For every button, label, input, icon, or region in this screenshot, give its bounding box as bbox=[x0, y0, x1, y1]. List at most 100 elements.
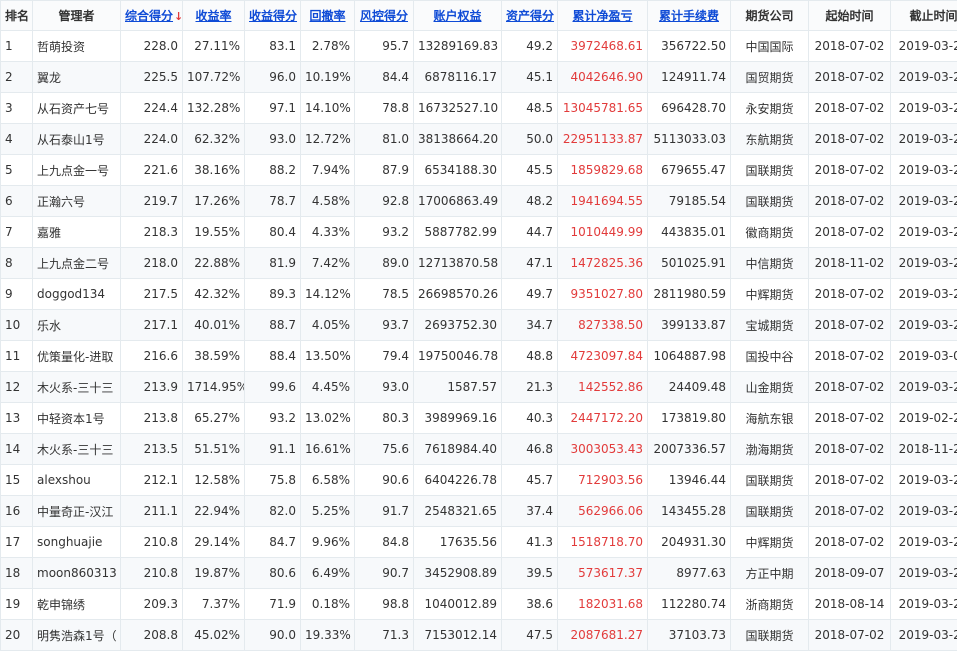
table-row[interactable]: 19乾申锦绣209.37.37%71.90.18%98.81040012.893… bbox=[1, 589, 957, 620]
header-asset-score[interactable]: 资产得分 bbox=[502, 1, 558, 31]
table-row[interactable]: 12木火系-三十三213.91714.95%99.64.45%93.01587.… bbox=[1, 372, 957, 403]
cell-net-pnl: 4723097.84 bbox=[558, 341, 648, 372]
cell-equity: 3452908.89 bbox=[414, 558, 502, 589]
cell-total-score: 225.5 bbox=[121, 62, 183, 93]
cell-return-score: 78.7 bbox=[245, 186, 301, 217]
table-row[interactable]: 4从石泰山1号224.062.32%93.012.72%81.038138664… bbox=[1, 124, 957, 155]
cell-total-score: 221.6 bbox=[121, 155, 183, 186]
table-row[interactable]: 14木火系-三十三213.551.51%91.116.61%75.6761898… bbox=[1, 434, 957, 465]
cell-drawdown: 9.96% bbox=[301, 527, 355, 558]
cell-broker: 永安期货 bbox=[731, 93, 809, 124]
cell-fees: 2007336.57 bbox=[648, 434, 731, 465]
cell-drawdown: 7.42% bbox=[301, 248, 355, 279]
cell-return-score: 89.3 bbox=[245, 279, 301, 310]
cell-manager: 上九点金二号 bbox=[33, 248, 121, 279]
cell-start-date: 2018-07-02 bbox=[809, 31, 891, 62]
cell-risk-score: 90.7 bbox=[355, 558, 414, 589]
cell-drawdown: 13.50% bbox=[301, 341, 355, 372]
cell-risk-score: 81.0 bbox=[355, 124, 414, 155]
header-equity[interactable]: 账户权益 bbox=[414, 1, 502, 31]
cell-fees: 79185.54 bbox=[648, 186, 731, 217]
table-row[interactable]: 5上九点金一号221.638.16%88.27.94%87.96534188.3… bbox=[1, 155, 957, 186]
cell-drawdown: 19.33% bbox=[301, 620, 355, 651]
cell-start-date: 2018-07-02 bbox=[809, 341, 891, 372]
cell-manager: 明隽浩森1号（ bbox=[33, 620, 121, 651]
header-net-pnl[interactable]: 累计净盈亏 bbox=[558, 1, 648, 31]
table-row[interactable]: 6正瀚六号219.717.26%78.74.58%92.817006863.49… bbox=[1, 186, 957, 217]
cell-manager: 从石泰山1号 bbox=[33, 124, 121, 155]
cell-return-rate: 65.27% bbox=[183, 403, 245, 434]
cell-fees: 356722.50 bbox=[648, 31, 731, 62]
header-row: 排名管理者综合得分↓收益率收益得分回撤率风控得分 账户权益 资产得分累计净盈亏 累计手… bbox=[1, 1, 957, 31]
cell-risk-score: 84.4 bbox=[355, 62, 414, 93]
cell-total-score: 213.9 bbox=[121, 372, 183, 403]
header-return-score[interactable]: 收益得分 bbox=[245, 1, 301, 31]
header-start-date: 起始时间 bbox=[809, 1, 891, 31]
cell-fees: 112280.74 bbox=[648, 589, 731, 620]
header-rank: 排名 bbox=[1, 1, 33, 31]
cell-asset-score: 46.8 bbox=[502, 434, 558, 465]
header-manager: 管理者 bbox=[33, 1, 121, 31]
cell-equity: 19750046.78 bbox=[414, 341, 502, 372]
cell-risk-score: 78.5 bbox=[355, 279, 414, 310]
cell-equity: 1040012.89 bbox=[414, 589, 502, 620]
cell-drawdown: 13.02% bbox=[301, 403, 355, 434]
table-row[interactable]: 2翼龙225.5107.72%96.010.19%84.46878116.174… bbox=[1, 62, 957, 93]
table-row[interactable]: 7嘉雅218.319.55%80.44.33%93.25887782.9944.… bbox=[1, 217, 957, 248]
cell-risk-score: 75.6 bbox=[355, 434, 414, 465]
cell-start-date: 2018-07-02 bbox=[809, 62, 891, 93]
cell-drawdown: 5.25% bbox=[301, 496, 355, 527]
table-row[interactable]: 8上九点金二号218.022.88%81.97.42%89.012713870.… bbox=[1, 248, 957, 279]
table-row[interactable]: 13中轻资本1号213.865.27%93.213.02%80.33989969… bbox=[1, 403, 957, 434]
table-row[interactable]: 20明隽浩森1号（208.845.02%90.019.33%71.3715301… bbox=[1, 620, 957, 651]
cell-equity: 5887782.99 bbox=[414, 217, 502, 248]
cell-drawdown: 7.94% bbox=[301, 155, 355, 186]
header-label: 累计净盈亏 bbox=[572, 9, 632, 23]
table-row[interactable]: 17songhuajie210.829.14%84.79.96%84.81763… bbox=[1, 527, 957, 558]
header-label: 账户权益 bbox=[433, 9, 481, 23]
cell-total-score: 219.7 bbox=[121, 186, 183, 217]
table-row[interactable]: 3从石资产七号224.4132.28%97.114.10%78.81673252… bbox=[1, 93, 957, 124]
cell-broker: 国贸期货 bbox=[731, 62, 809, 93]
cell-net-pnl: 562966.06 bbox=[558, 496, 648, 527]
cell-equity: 13289169.83 bbox=[414, 31, 502, 62]
cell-net-pnl: 1859829.68 bbox=[558, 155, 648, 186]
cell-fees: 2811980.59 bbox=[648, 279, 731, 310]
cell-asset-score: 37.4 bbox=[502, 496, 558, 527]
cell-net-pnl: 1518718.70 bbox=[558, 527, 648, 558]
cell-return-score: 90.0 bbox=[245, 620, 301, 651]
cell-broker: 渤海期货 bbox=[731, 434, 809, 465]
cell-rank: 4 bbox=[1, 124, 33, 155]
table-row[interactable]: 18moon860313210.819.87%80.66.49%90.73452… bbox=[1, 558, 957, 589]
header-drawdown[interactable]: 回撤率 bbox=[301, 1, 355, 31]
ranking-table: 排名管理者综合得分↓收益率收益得分回撤率风控得分 账户权益 资产得分累计净盈亏 累计手… bbox=[0, 0, 957, 651]
cell-risk-score: 79.4 bbox=[355, 341, 414, 372]
table-row[interactable]: 9doggod134217.542.32%89.314.12%78.526698… bbox=[1, 279, 957, 310]
cell-risk-score: 78.8 bbox=[355, 93, 414, 124]
header-return-rate[interactable]: 收益率 bbox=[183, 1, 245, 31]
cell-end-date: 2019-03-25 bbox=[891, 310, 957, 341]
cell-drawdown: 4.05% bbox=[301, 310, 355, 341]
cell-rank: 18 bbox=[1, 558, 33, 589]
cell-total-score: 213.8 bbox=[121, 403, 183, 434]
table-row[interactable]: 10乐水217.140.01%88.74.05%93.72693752.3034… bbox=[1, 310, 957, 341]
header-total-score[interactable]: 综合得分↓ bbox=[121, 1, 183, 31]
cell-return-rate: 1714.95% bbox=[183, 372, 245, 403]
cell-fees: 8977.63 bbox=[648, 558, 731, 589]
table-row[interactable]: 1哲萌投资228.027.11%83.12.78%95.713289169.83… bbox=[1, 31, 957, 62]
cell-net-pnl: 827338.50 bbox=[558, 310, 648, 341]
cell-asset-score: 47.5 bbox=[502, 620, 558, 651]
cell-fees: 24409.48 bbox=[648, 372, 731, 403]
cell-manager: 乾申锦绣 bbox=[33, 589, 121, 620]
cell-risk-score: 91.7 bbox=[355, 496, 414, 527]
table-row[interactable]: 16中量奇正-汉江211.122.94%82.05.25%91.72548321… bbox=[1, 496, 957, 527]
header-risk-score[interactable]: 风控得分 bbox=[355, 1, 414, 31]
header-fees[interactable]: 累计手续费 bbox=[648, 1, 731, 31]
cell-drawdown: 4.33% bbox=[301, 217, 355, 248]
cell-end-date: 2019-03-25 bbox=[891, 465, 957, 496]
cell-net-pnl: 182031.68 bbox=[558, 589, 648, 620]
cell-fees: 443835.01 bbox=[648, 217, 731, 248]
cell-equity: 3989969.16 bbox=[414, 403, 502, 434]
table-row[interactable]: 11优策量化-进取216.638.59%88.413.50%79.4197500… bbox=[1, 341, 957, 372]
table-row[interactable]: 15alexshou212.112.58%75.86.58%90.6640422… bbox=[1, 465, 957, 496]
